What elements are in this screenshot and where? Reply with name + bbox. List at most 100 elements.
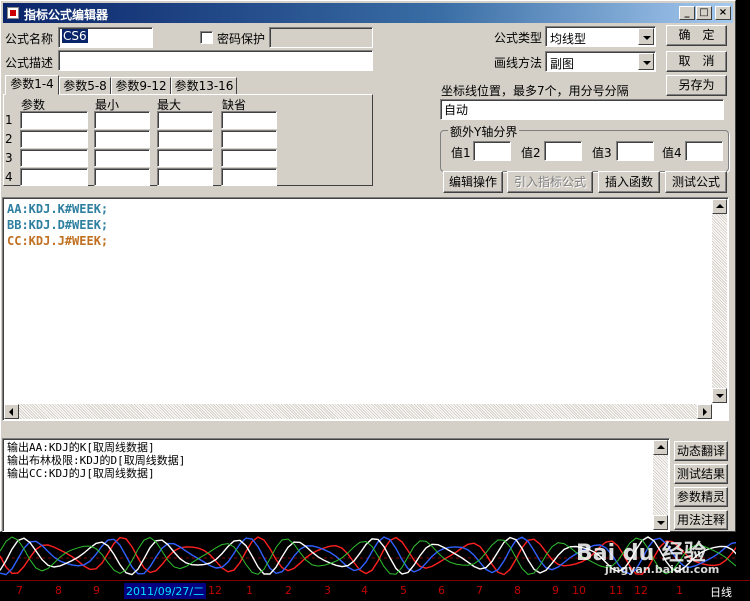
formula-code-editor[interactable]: AA:KDJ.K#WEEK; BB:KDJ.D#WEEK; CC:KDJ.J#WEE… — [2, 197, 729, 421]
maximize-button[interactable]: □ — [696, 6, 712, 20]
formula-editor-dialog: 指标公式编辑器 _ □ × 公式名称 CS6 密码保护 公式类型 均线型 确 定… — [0, 0, 736, 532]
axis-tick-label: 7 — [476, 584, 483, 597]
param-cell-input[interactable] — [94, 111, 150, 129]
right-axis-strip — [736, 0, 750, 600]
param-cell-input[interactable] — [157, 149, 213, 167]
editor-vertical-scrollbar[interactable] — [712, 199, 727, 403]
coord-lines-input[interactable]: 自动 — [440, 99, 724, 120]
param-cell-input[interactable] — [221, 111, 277, 129]
formula-type-label: 公式类型 — [494, 31, 543, 45]
y-value3-input[interactable] — [616, 141, 654, 161]
param-cell-input[interactable] — [157, 130, 213, 148]
param-wizard-button[interactable]: 参数精灵 — [674, 487, 728, 507]
scroll-right-icon[interactable] — [697, 404, 712, 419]
password-label: 密码保护 — [217, 32, 266, 46]
axis-tick-label: 1 — [676, 584, 683, 597]
import-formula-button: 引入指标公式 — [507, 171, 593, 193]
extra-y-axis-title: 额外Y轴分界 — [448, 123, 520, 140]
chevron-down-icon[interactable] — [638, 53, 654, 70]
test-formula-button[interactable]: 测试公式 — [665, 171, 727, 193]
output-vertical-scrollbar[interactable] — [653, 440, 668, 530]
axis-tick-label: 11 — [609, 584, 623, 597]
param-cell-input[interactable] — [20, 111, 88, 129]
tab-params-1-4[interactable]: 参数1-4 — [5, 75, 59, 95]
param-cell-input[interactable] — [94, 130, 150, 148]
tab-params-9-12[interactable]: 参数9-12 — [111, 77, 171, 95]
param-cell-input[interactable] — [94, 149, 150, 167]
axis-tick-label: 9 — [552, 584, 559, 597]
app-icon — [7, 7, 19, 19]
code-line: CC:KDJ.J#WEEK; — [7, 234, 109, 248]
password-input — [269, 27, 373, 48]
param-cell-input[interactable] — [221, 130, 277, 148]
formula-name-label: 公式名称 — [5, 32, 54, 46]
usage-note-button[interactable]: 用法注释 — [674, 510, 728, 530]
param-cell-input[interactable] — [20, 168, 88, 186]
param-row-number: 4 — [5, 170, 13, 184]
formula-desc-label: 公式描述 — [5, 56, 54, 70]
formula-name-input[interactable]: CS6 — [58, 27, 153, 48]
coord-lines-label: 坐标线位置，最多7个，用分号分隔 — [441, 84, 629, 98]
y-value4-input[interactable] — [685, 141, 723, 161]
axis-tick-label: 3 — [324, 584, 331, 597]
chevron-down-icon[interactable] — [638, 28, 654, 45]
param-cell-input[interactable] — [157, 111, 213, 129]
axis-tick-label: 12 — [634, 584, 648, 597]
edit-ops-button[interactable]: 编辑操作 — [443, 171, 503, 193]
axis-tick-label: 4 — [361, 584, 368, 597]
axis-tick-label: 7 — [16, 584, 23, 597]
y-value2-input[interactable] — [544, 141, 582, 161]
editor-horizontal-scrollbar[interactable] — [4, 404, 712, 419]
scroll-up-icon[interactable] — [653, 440, 668, 455]
axis-tick-label: 1 — [246, 584, 253, 597]
window-title: 指标公式编辑器 — [24, 8, 109, 22]
dynamic-translate-button[interactable]: 动态翻译 — [674, 441, 728, 461]
period-label: 日线 — [710, 586, 732, 599]
param-cell-input[interactable] — [94, 168, 150, 186]
scroll-down-icon[interactable] — [712, 388, 727, 403]
insert-function-button[interactable]: 插入函数 — [598, 171, 660, 193]
output-line: 输出AA:KDJ的K[取周线数据] — [7, 441, 155, 454]
param-row-number: 1 — [5, 113, 13, 127]
bottom-date-axis: 78910111212345678910111212011/09/27/二日线 — [0, 580, 750, 601]
param-row-number: 3 — [5, 151, 13, 165]
y-value4-label: 值4 — [662, 146, 682, 160]
param-cell-input[interactable] — [20, 149, 88, 167]
minimize-button[interactable]: _ — [679, 6, 695, 20]
test-result-button[interactable]: 测试结果 — [674, 464, 728, 484]
axis-tick-label: 12 — [208, 584, 222, 597]
ok-button[interactable]: 确 定 — [666, 25, 727, 46]
highlighted-date: 2011/09/27/二 — [124, 583, 207, 599]
cancel-button[interactable]: 取 消 — [666, 51, 727, 72]
param-cell-input[interactable] — [221, 149, 277, 167]
formula-type-select[interactable]: 均线型 — [545, 26, 656, 47]
y-value3-label: 值3 — [592, 146, 612, 160]
param-tab-panel: 参数 最小 最大 缺省 1234 — [3, 94, 373, 186]
axis-tick-label: 5 — [400, 584, 407, 597]
output-line: 输出CC:KDJ的J[取周线数据] — [7, 467, 155, 480]
password-checkbox[interactable] — [200, 31, 213, 44]
axis-tick-label: 2 — [285, 584, 292, 597]
compile-output-area: 输出AA:KDJ的K[取周线数据] 输出布林极限:KDJ的D[取周线数据] 输出CC… — [2, 438, 670, 532]
scroll-left-icon[interactable] — [4, 404, 19, 419]
param-row-number: 2 — [5, 132, 13, 146]
y-value2-label: 值2 — [521, 146, 541, 160]
y-value1-label: 值1 — [451, 146, 471, 160]
param-cell-input[interactable] — [157, 168, 213, 186]
close-button[interactable]: × — [715, 6, 731, 20]
tab-params-13-16[interactable]: 参数13-16 — [171, 77, 237, 95]
draw-method-select[interactable]: 副图 — [545, 51, 656, 72]
axis-tick-label: 10 — [572, 584, 586, 597]
formula-desc-input[interactable] — [58, 50, 373, 71]
scroll-up-icon[interactable] — [712, 199, 727, 214]
tab-params-5-8[interactable]: 参数5-8 — [59, 77, 111, 95]
watermark-url: jingyan.baidu.com — [605, 563, 720, 576]
param-cell-input[interactable] — [221, 168, 277, 186]
title-bar: 指标公式编辑器 _ □ × — [3, 3, 733, 23]
axis-tick-label: 8 — [514, 584, 521, 597]
param-cell-input[interactable] — [20, 130, 88, 148]
axis-tick-label: 9 — [93, 584, 100, 597]
y-value1-input[interactable] — [473, 141, 511, 161]
save-as-button[interactable]: 另存为 — [666, 75, 727, 96]
scroll-down-icon[interactable] — [653, 515, 668, 530]
